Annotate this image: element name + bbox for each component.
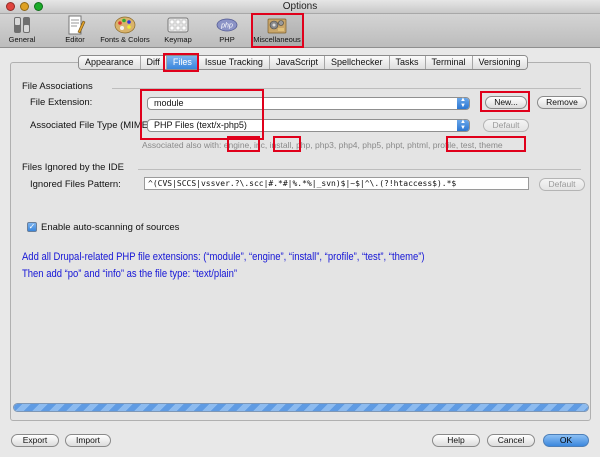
associated-also-with-label: Associated also with: — [142, 140, 222, 150]
toolbar-label: General — [8, 35, 36, 44]
import-button[interactable]: Import — [65, 434, 111, 447]
associated-extension: test, — [460, 140, 479, 150]
file-extension-label: File Extension: — [30, 97, 93, 108]
associated-extension: inc, — [254, 140, 270, 150]
auto-scan-label: Enable auto-scanning of sources — [41, 222, 180, 233]
section-divider — [112, 88, 581, 89]
ok-button[interactable]: OK — [543, 434, 589, 447]
associated-extension: install, — [269, 140, 297, 150]
associated-extension: profile, — [432, 140, 461, 150]
associated-extension: phtml, — [407, 140, 433, 150]
mime-type-value: PHP Files (text/x-php5) — [154, 120, 247, 130]
mime-default-button[interactable]: Default — [483, 119, 529, 132]
switch-icon — [14, 17, 30, 33]
associated-extension: theme — [479, 140, 503, 150]
mime-type-select[interactable]: PHP Files (text/x-php5) ▲ ▼ — [147, 119, 470, 132]
options-panel — [10, 62, 591, 421]
files-ignored-heading: Files Ignored by the IDE — [22, 162, 124, 173]
toolbar-label: Editor — [65, 35, 85, 44]
section-divider — [138, 169, 581, 170]
help-button[interactable]: Help — [432, 434, 480, 447]
tab-bar: Appearance Diff Files Issue Tracking Jav… — [78, 55, 528, 70]
tab-issue-tracking[interactable]: Issue Tracking — [198, 56, 270, 69]
associated-extension: phpt, — [385, 140, 408, 150]
updown-arrows-icon: ▲ ▼ — [457, 119, 469, 131]
tab-files[interactable]: Files — [166, 56, 199, 69]
toolbar-keymap[interactable]: Keymap — [160, 14, 196, 48]
ignored-default-button[interactable]: Default — [539, 178, 585, 191]
associated-extension: php3, — [314, 140, 339, 150]
tab-spellchecker[interactable]: Spellchecker — [324, 56, 390, 69]
php-icon: php — [216, 18, 238, 32]
toolbar-label: PHP — [219, 35, 235, 44]
file-extension-value: module — [154, 98, 184, 108]
file-associations-heading: File Associations — [22, 81, 93, 92]
tab-tasks[interactable]: Tasks — [389, 56, 426, 69]
toolbar-label: Miscellaneous — [253, 35, 301, 44]
toolbar-fonts-colors[interactable]: Fonts & Colors — [100, 14, 150, 48]
instruction-line-2: Then add “po” and “info” as the file typ… — [22, 268, 238, 280]
title-bar: Options — [0, 0, 600, 14]
editor-icon — [68, 15, 86, 35]
toolbar-php[interactable]: php PHP — [212, 14, 242, 48]
tab-versioning[interactable]: Versioning — [472, 56, 527, 69]
associated-extensions-list: engine, inc, install, php, php3, php4, p… — [224, 140, 503, 150]
scan-progress-fill — [14, 404, 588, 411]
export-button[interactable]: Export — [11, 434, 59, 447]
associated-extension: php5, — [362, 140, 386, 150]
toolbar-label: Keymap — [164, 35, 192, 44]
associated-also-with: Associated also with: engine, inc, insta… — [142, 140, 503, 150]
mime-type-label: Associated File Type (MIME): — [30, 120, 154, 131]
updown-arrows-icon: ▲ ▼ — [457, 97, 469, 109]
preferences-toolbar: General Editor Fonts & Colors Keymap php… — [0, 14, 600, 48]
scan-progress-bar — [13, 403, 589, 412]
palette-icon — [114, 16, 136, 34]
cancel-button[interactable]: Cancel — [487, 434, 535, 447]
tab-javascript[interactable]: JavaScript — [269, 56, 325, 69]
new-extension-button[interactable]: New... — [485, 96, 527, 109]
file-extension-select[interactable]: module ▲ ▼ — [147, 97, 470, 110]
associated-extension: php4, — [338, 140, 363, 150]
toolbar-miscellaneous[interactable]: Miscellaneous — [252, 14, 302, 48]
remove-extension-button[interactable]: Remove — [537, 96, 587, 109]
misc-icon — [267, 18, 287, 34]
instruction-line-1: Add all Drupal-related PHP file extensio… — [22, 251, 425, 263]
toolbar-editor[interactable]: Editor — [58, 14, 92, 48]
window-title: Options — [282, 1, 318, 12]
associated-extension: engine, — [223, 140, 254, 150]
tab-terminal[interactable]: Terminal — [425, 56, 473, 69]
toolbar-label: Fonts & Colors — [100, 35, 150, 44]
keyboard-icon — [167, 17, 189, 33]
toolbar-general[interactable]: General — [2, 14, 42, 48]
ignored-pattern-label: Ignored Files Pattern: — [30, 179, 121, 190]
associated-extension: php, — [296, 140, 315, 150]
tab-appearance[interactable]: Appearance — [79, 56, 141, 69]
tab-diff[interactable]: Diff — [140, 56, 167, 69]
auto-scan-checkbox[interactable]: ✓ — [27, 222, 37, 232]
ignored-pattern-field[interactable]: ^(CVS|SCCS|vssver.?\.scc|#.*#|%.*%|_svn)… — [144, 177, 529, 190]
php-icon-text: php — [220, 23, 233, 30]
